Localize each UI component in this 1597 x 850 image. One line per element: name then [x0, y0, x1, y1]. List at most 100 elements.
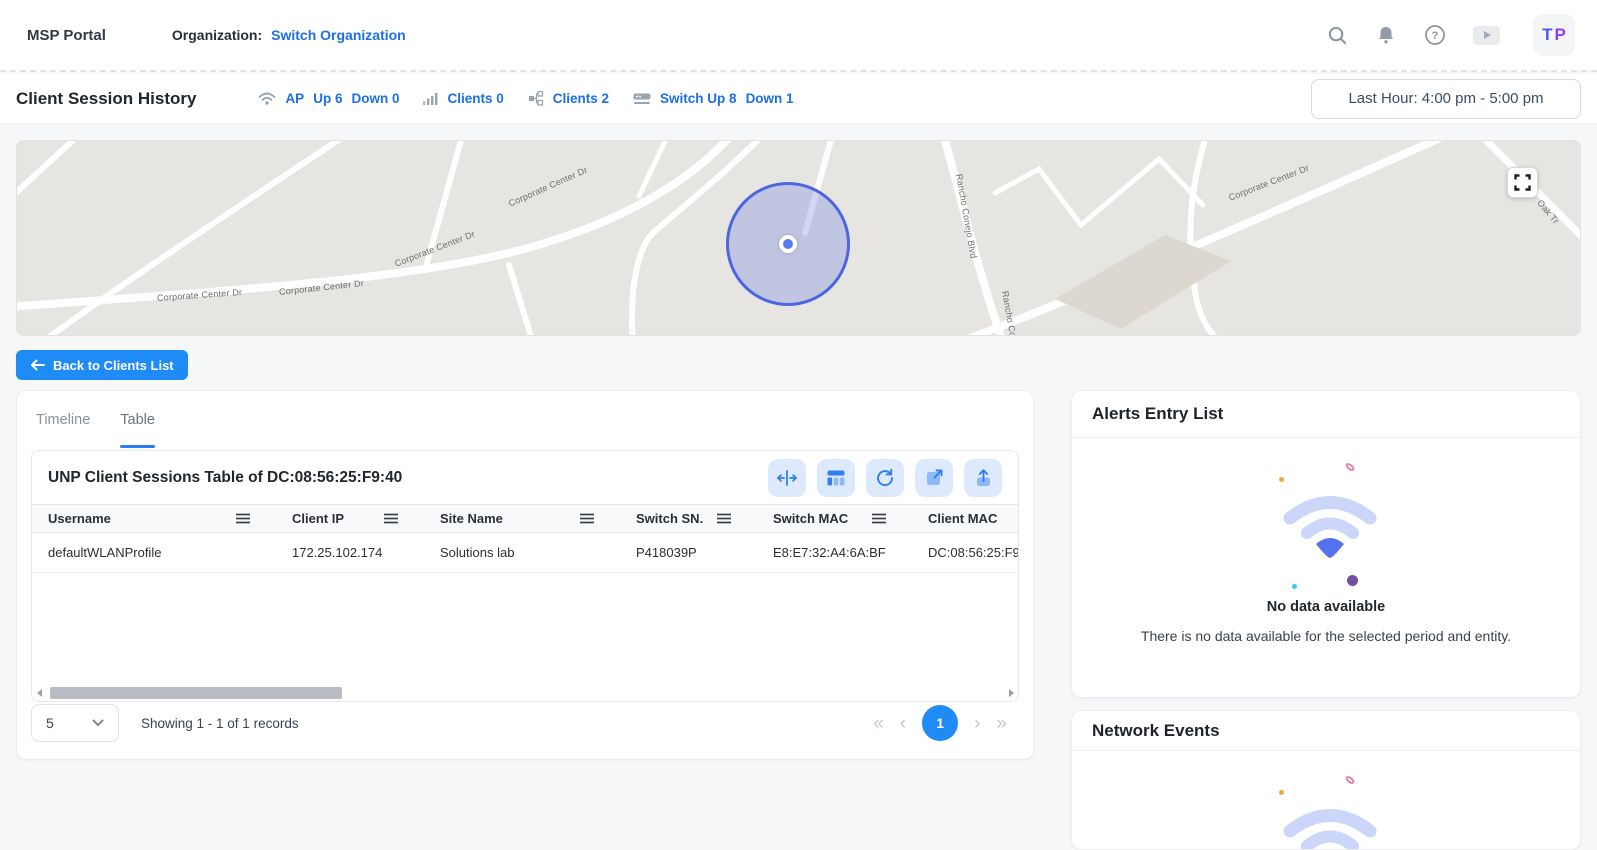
confetti-cyan-dot [1292, 584, 1297, 589]
confetti-purple-dot [1347, 575, 1358, 586]
table-footer: 5 Showing 1 - 1 of 1 records « ‹ 1 › » [31, 703, 1019, 743]
pagination: « ‹ 1 › » [873, 705, 1019, 741]
ap-down-count: Down 0 [351, 91, 399, 106]
no-data-message: There is no data available for the selec… [1072, 628, 1580, 644]
first-page-button[interactable]: « [873, 714, 884, 733]
manage-columns-button[interactable] [817, 459, 855, 497]
top-header: MSP Portal Organization: Switch Organiza… [0, 0, 1597, 72]
column-menu-icon[interactable] [872, 513, 886, 524]
page-size-select[interactable]: 5 [31, 704, 119, 742]
client-session-history-page: { "header": { "brand": "MSP Portal", "or… [0, 0, 1597, 832]
notifications-bell-icon[interactable] [1375, 24, 1397, 46]
map-fullscreen-button[interactable] [1507, 167, 1538, 198]
wifi-icon [1280, 496, 1380, 558]
next-page-button[interactable]: › [974, 714, 980, 733]
sessions-panel: Timeline Table UNP Client Sessions Table… [16, 390, 1034, 760]
header-icons: ? T P [1326, 14, 1575, 56]
column-menu-icon[interactable] [384, 513, 398, 524]
table-header-row: Username Client IP Site Name Switch SN. … [32, 504, 1018, 533]
refresh-icon [875, 468, 895, 488]
no-data-title: No data available [1072, 599, 1580, 615]
page-size-value: 5 [46, 715, 54, 731]
back-button-label: Back to Clients List [53, 358, 174, 373]
user-avatar[interactable]: T P [1533, 14, 1575, 56]
ap-label: AP [285, 91, 304, 106]
export-icon [974, 468, 993, 488]
scrollbar-thumb[interactable] [50, 687, 342, 699]
cell-client-ip: 172.25.102.174 [276, 545, 424, 560]
column-header-switch-mac[interactable]: Switch MAC [757, 505, 912, 532]
confetti-orange-dot [1279, 790, 1284, 795]
resize-columns-icon [777, 469, 797, 487]
column-header-site-name[interactable]: Site Name [424, 505, 620, 532]
alerts-panel-title: Alerts Entry List [1092, 404, 1223, 424]
ap-up-count: Up 6 [313, 91, 342, 106]
help-icon[interactable]: ? [1424, 24, 1446, 46]
horizontal-scrollbar[interactable] [32, 685, 1018, 701]
export-button[interactable] [964, 459, 1002, 497]
site-map[interactable]: Corporate Center Dr Corporate Center Dr … [16, 140, 1581, 336]
back-to-clients-list-button[interactable]: Back to Clients List [16, 350, 188, 380]
column-menu-icon[interactable] [580, 513, 594, 524]
brand-title: MSP Portal [27, 27, 106, 44]
time-range-picker[interactable]: Last Hour: 4:00 pm - 5:00 pm [1311, 79, 1581, 119]
column-header-client-mac[interactable]: Client MAC [912, 505, 1018, 532]
site-location-dot [779, 235, 797, 253]
external-link-icon [925, 468, 944, 487]
column-header-client-ip[interactable]: Client IP [276, 505, 424, 532]
switch-down-count: Down 1 [746, 91, 794, 106]
cell-username: defaultWLANProfile [32, 545, 276, 560]
refresh-button[interactable] [866, 459, 904, 497]
alerts-empty-state: No data available There is no data avail… [1072, 444, 1580, 644]
switch-icon [633, 92, 651, 105]
wifi-icon [1280, 809, 1380, 850]
avatar-initial-p: P [1555, 25, 1566, 45]
column-header-switch-sn[interactable]: Switch SN. [620, 505, 757, 532]
wlan-clients-count: Clients 0 [447, 91, 503, 106]
cell-switch-sn: P418039P [620, 545, 757, 560]
cell-client-mac: DC:08:56:25:F9:40 [912, 545, 1018, 560]
scroll-left-arrow[interactable] [32, 685, 46, 701]
arrow-left-icon [30, 359, 45, 371]
tab-table[interactable]: Table [120, 391, 155, 448]
resize-columns-button[interactable] [768, 459, 806, 497]
no-data-wifi-illustration [1226, 757, 1426, 850]
column-menu-icon[interactable] [236, 513, 250, 524]
map-building-footprint [1055, 235, 1231, 329]
signal-bars-icon [423, 92, 438, 105]
confetti-pink-ring [1344, 462, 1356, 473]
previous-page-button[interactable]: ‹ [900, 714, 906, 733]
cell-switch-mac: E8:E7:32:A4:6A:BF [757, 545, 912, 560]
page-bar: Client Session History AP Up 6 Down 0 Cl… [0, 74, 1597, 124]
records-summary: Showing 1 - 1 of 1 records [141, 716, 299, 731]
scroll-right-arrow[interactable] [1004, 685, 1018, 701]
site-location-marker[interactable] [726, 182, 850, 306]
page-title: Client Session History [16, 89, 196, 109]
fullscreen-icon [1514, 174, 1531, 191]
svg-text:?: ? [1432, 30, 1439, 42]
table-row[interactable]: defaultWLANProfile 172.25.102.174 Soluti… [32, 533, 1018, 573]
network-events-panel: Network Events [1071, 710, 1581, 850]
table-toolbar [768, 459, 1002, 497]
events-empty-state [1072, 757, 1580, 850]
current-page-button[interactable]: 1 [922, 705, 958, 741]
open-in-new-button[interactable] [915, 459, 953, 497]
column-header-username[interactable]: Username [32, 505, 276, 532]
sessions-table-container: UNP Client Sessions Table of DC:08:56:25… [31, 450, 1019, 702]
scrollbar-track[interactable] [46, 685, 1004, 701]
switch-organization-link[interactable]: Switch Organization [271, 27, 406, 43]
columns-icon [826, 469, 846, 487]
search-icon[interactable] [1326, 24, 1348, 46]
sessions-table-title: UNP Client Sessions Table of DC:08:56:25… [48, 469, 402, 487]
last-page-button[interactable]: » [996, 714, 1007, 733]
no-data-wifi-illustration [1226, 444, 1426, 599]
tutorial-play-icon[interactable] [1473, 26, 1500, 45]
cell-site-name: Solutions lab [424, 545, 620, 560]
tab-timeline[interactable]: Timeline [36, 391, 90, 448]
topology-icon [528, 91, 544, 106]
confetti-orange-dot [1279, 477, 1284, 482]
avatar-initial-t: T [1542, 25, 1552, 45]
column-menu-icon[interactable] [717, 513, 731, 524]
network-status-summary: AP Up 6 Down 0 Clients 0 Clients 2 Switc… [258, 91, 793, 106]
organization-label: Organization: [172, 27, 262, 43]
